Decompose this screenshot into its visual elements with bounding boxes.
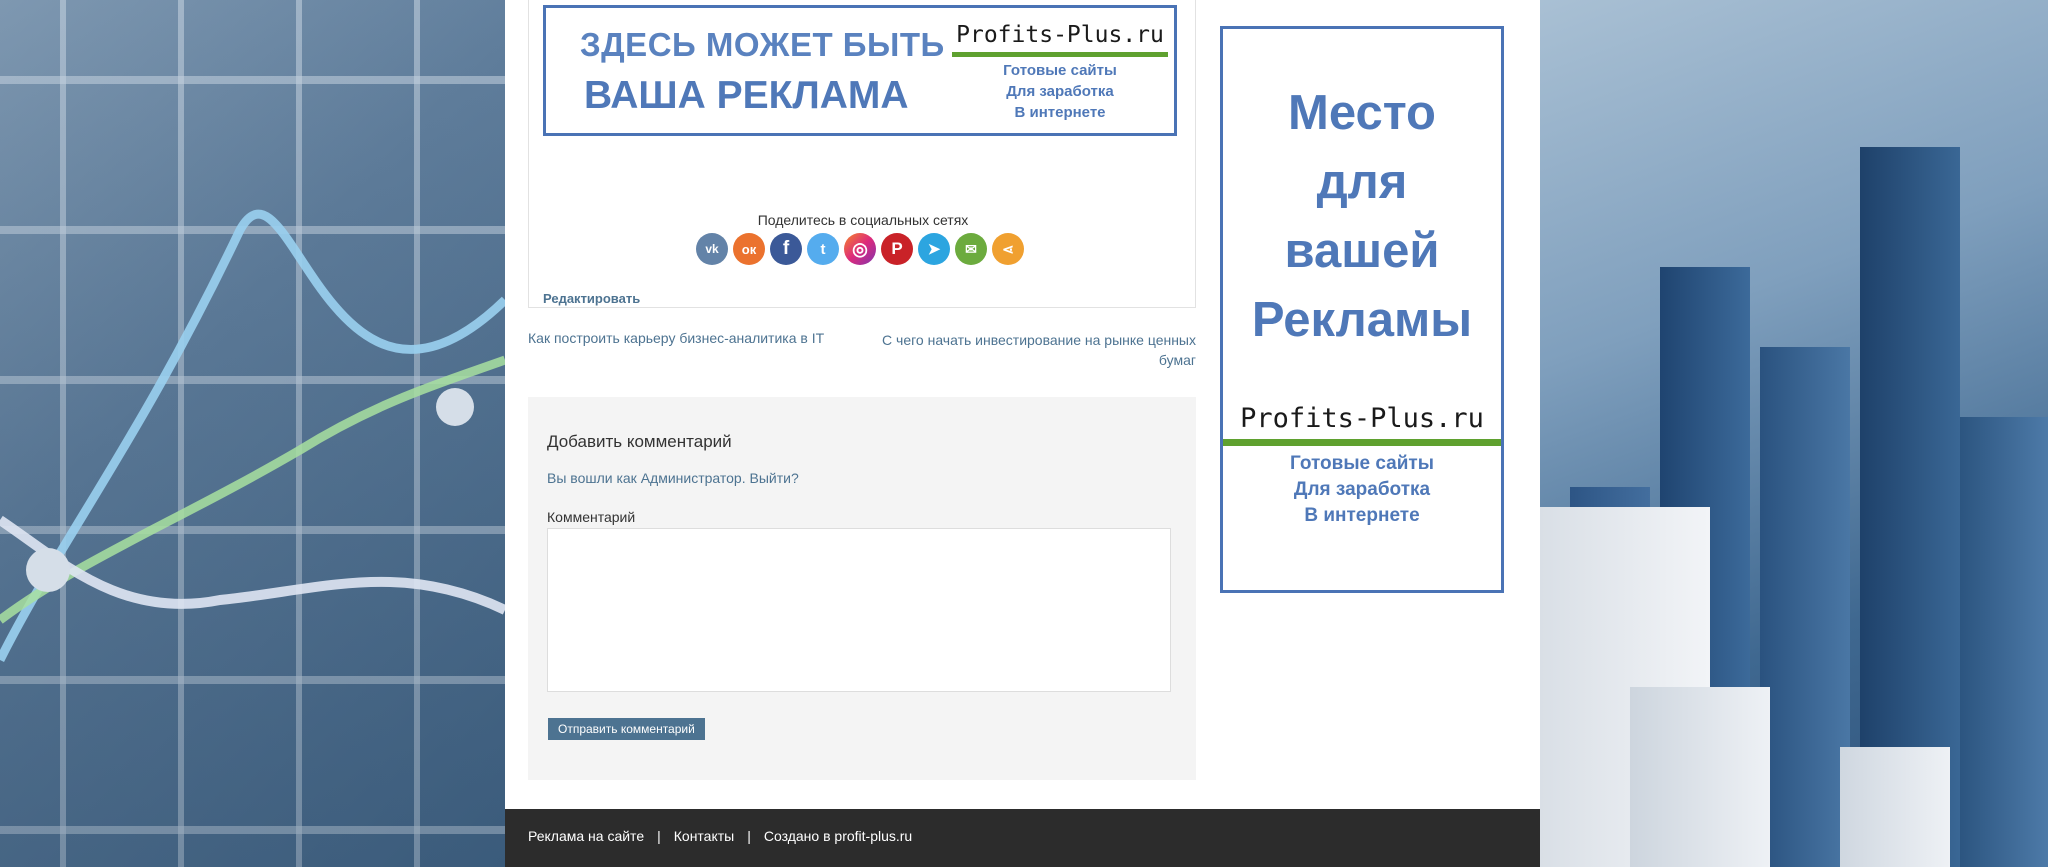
- page-column: ЗДЕСЬ МОЖЕТ БЫТЬ ВАША РЕКЛАМА Profits-Pl…: [505, 0, 1540, 867]
- background-bar: [1760, 347, 1850, 867]
- instagram-share-icon[interactable]: ◎: [844, 233, 876, 265]
- sidebar-ad-word: Рекламы: [1251, 293, 1473, 347]
- background-bar-light: [1630, 687, 1770, 867]
- sidebar-ad-word: Место: [1288, 86, 1436, 140]
- comment-form-title: Добавить комментарий: [547, 432, 732, 451]
- odnoklassniki-share-icon[interactable]: ок: [733, 233, 765, 265]
- footer-separator: |: [657, 828, 661, 844]
- sidebar-ad-headline: Место для вашей Рекламы: [1223, 79, 1501, 355]
- banner-tagline-line: Для заработка: [1006, 83, 1114, 100]
- post-footer-block: ЗДЕСЬ МОЖЕТ БЫТЬ ВАША РЕКЛАМА Profits-Pl…: [528, 0, 1196, 308]
- sidebar-tagline-line: Готовые сайты: [1290, 453, 1434, 474]
- sidebar-ad-word: вашей: [1284, 224, 1440, 278]
- share-title: Поделитесь в социальных сетях: [757, 212, 969, 228]
- footer-link-contacts[interactable]: Контакты: [674, 828, 734, 844]
- banner-brand-logo: Profits-Plus.ru: [956, 22, 1164, 48]
- submit-comment-button[interactable]: Отправить комментарий: [548, 718, 705, 740]
- edit-post-link[interactable]: Редактировать: [543, 291, 640, 306]
- site-footer: Реклама на сайте | Контакты | Создано в …: [505, 809, 1540, 867]
- background-chart-lines: [0, 209, 505, 663]
- banner-brand-underline: [952, 52, 1168, 57]
- email-share-icon[interactable]: ✉: [955, 233, 987, 265]
- comment-form: Добавить комментарий Вы вошли как Админи…: [528, 397, 1196, 780]
- pinterest-share-icon[interactable]: P: [881, 233, 913, 265]
- twitter-share-icon[interactable]: t: [807, 233, 839, 265]
- background-bar-light: [1840, 747, 1950, 867]
- sidebar-tagline-line: В интернете: [1304, 505, 1420, 526]
- logged-in-as-link[interactable]: Вы вошли как Администратор. Выйти?: [547, 470, 799, 486]
- sidebar-ad-word: для: [1316, 155, 1408, 209]
- telegram-share-icon[interactable]: ➤: [918, 233, 950, 265]
- banner-headline-2: ВАША РЕКЛАМА: [584, 74, 909, 117]
- background-right: [1540, 0, 2048, 867]
- sidebar-tagline: Готовые сайты Для заработка В интернете: [1223, 451, 1501, 529]
- share-buttons: vk ок f t ◎ P ➤ ✉ ⋖: [696, 233, 1024, 265]
- previous-post-link[interactable]: Как построить карьеру бизнес-аналитика в…: [528, 330, 824, 346]
- sidebar-ad[interactable]: Место для вашей Рекламы Profits-Plus.ru …: [1220, 26, 1504, 593]
- banner-tagline-line: Готовые сайты: [1003, 62, 1117, 79]
- comment-textarea[interactable]: [547, 528, 1171, 692]
- facebook-share-icon[interactable]: f: [770, 233, 802, 265]
- sidebar-brand-logo: Profits-Plus.ru: [1240, 403, 1484, 434]
- footer-separator: |: [747, 828, 751, 844]
- more-share-icon[interactable]: ⋖: [992, 233, 1024, 265]
- comment-field-label: Комментарий: [547, 509, 636, 525]
- vk-share-icon[interactable]: vk: [696, 233, 728, 265]
- banner-tagline-line: В интернете: [1014, 104, 1106, 121]
- footer-nav: Реклама на сайте | Контакты | Создано в …: [528, 828, 912, 844]
- next-post-link[interactable]: С чего начать инвестирование на рынке це…: [856, 330, 1196, 370]
- footer-link-advertising[interactable]: Реклама на сайте: [528, 828, 644, 844]
- banner-headline-1: ЗДЕСЬ МОЖЕТ БЫТЬ: [580, 26, 945, 63]
- background-left: [0, 0, 505, 867]
- sidebar-tagline-line: Для заработка: [1293, 479, 1431, 500]
- banner-tagline: Готовые сайты Для заработка В интернете: [952, 60, 1168, 123]
- sidebar-brand-underline: [1223, 439, 1501, 446]
- ad-banner[interactable]: ЗДЕСЬ МОЖЕТ БЫТЬ ВАША РЕКЛАМА Profits-Pl…: [543, 5, 1177, 136]
- footer-link-credits[interactable]: Создано в profit-plus.ru: [764, 828, 912, 844]
- background-bar: [1960, 417, 2048, 867]
